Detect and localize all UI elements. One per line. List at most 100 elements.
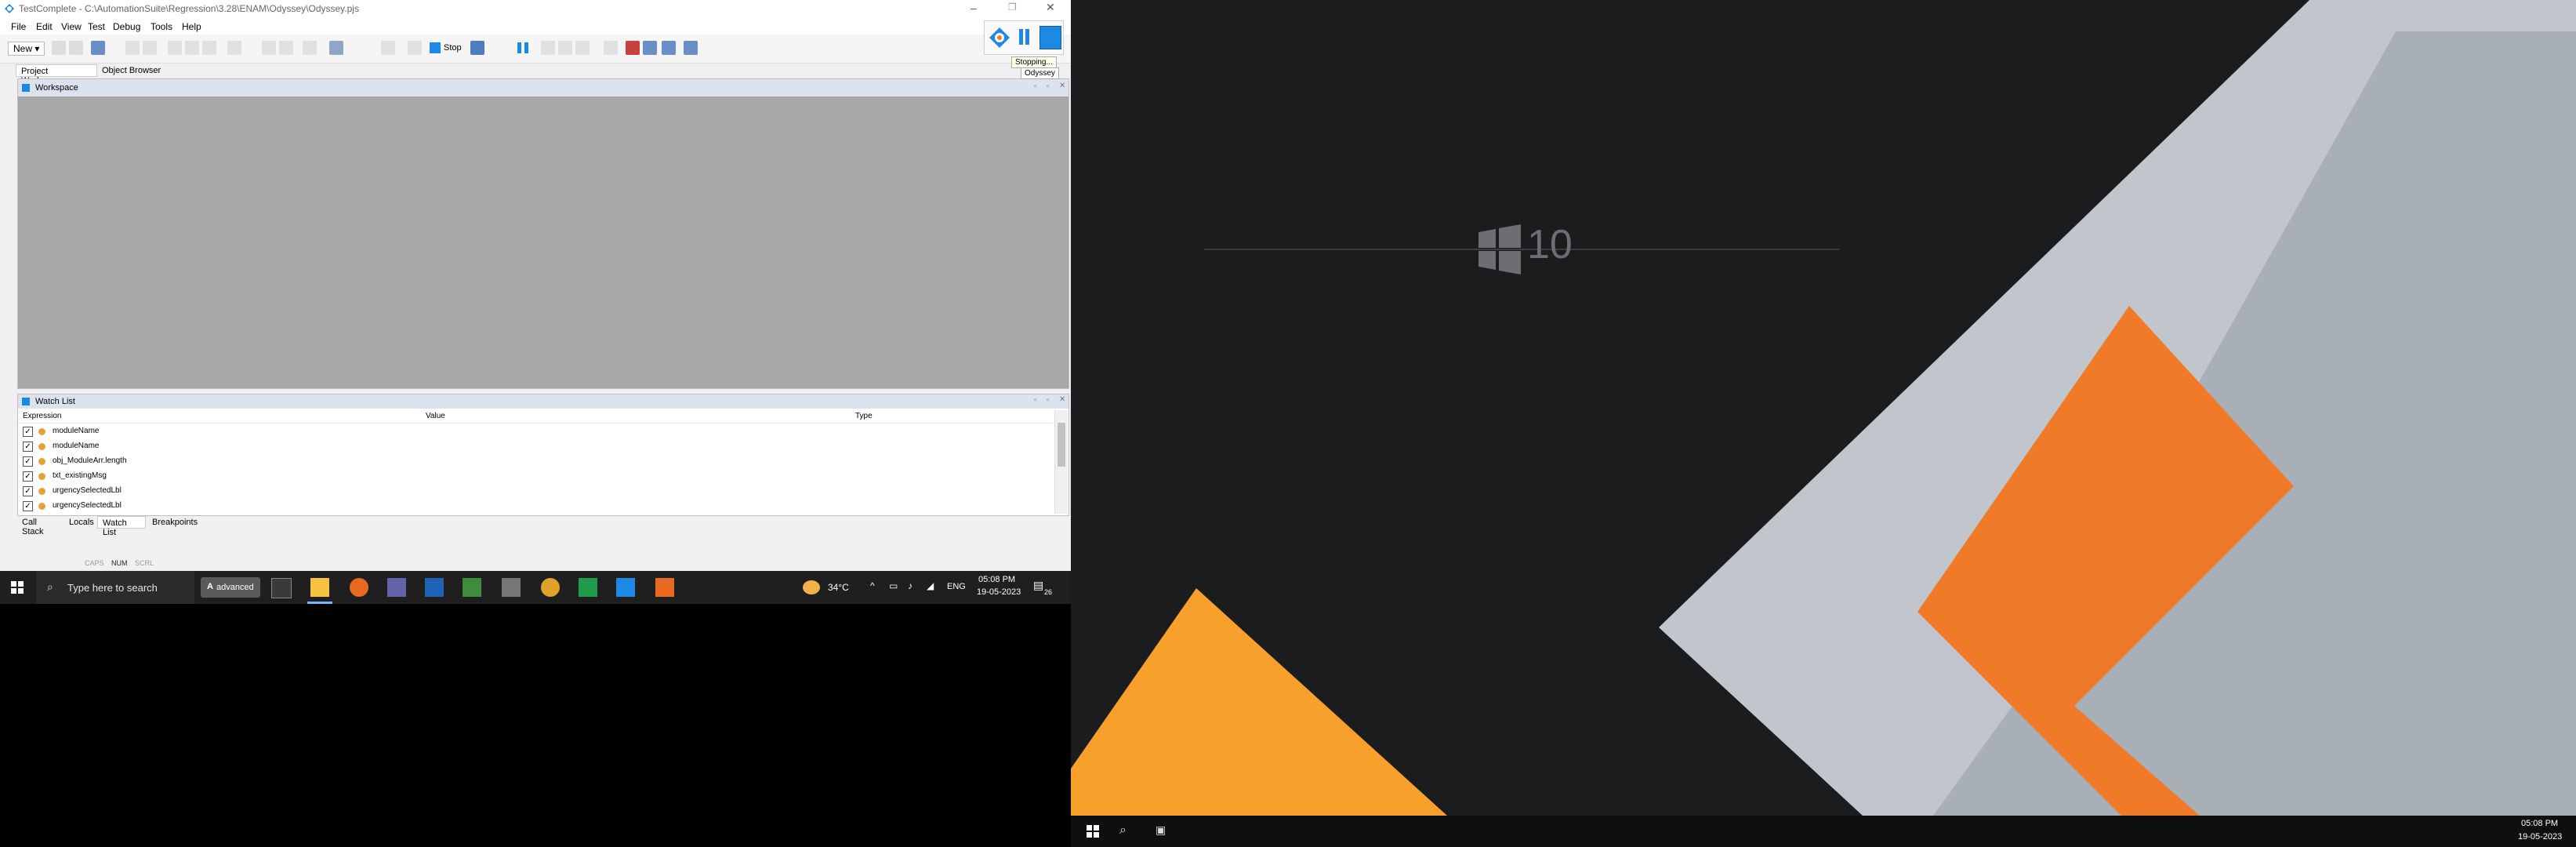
new-button[interactable]: New ▾: [8, 42, 45, 56]
object-spy-icon[interactable]: [329, 41, 343, 55]
excel-icon[interactable]: [579, 578, 597, 597]
clock-time[interactable]: 05:08 PM: [978, 575, 1015, 584]
pause-icon[interactable]: [524, 42, 528, 53]
tab-locals[interactable]: Locals: [64, 516, 97, 529]
replace-icon[interactable]: [279, 41, 293, 55]
settings-icon[interactable]: [662, 41, 676, 55]
chevron-up-icon[interactable]: ^: [870, 580, 875, 591]
redo-icon[interactable]: [143, 41, 157, 55]
clock-date-right[interactable]: 19-05-2023: [2518, 832, 2562, 842]
save-icon[interactable]: [69, 41, 83, 55]
language-indicator[interactable]: ENG: [947, 582, 966, 591]
col-expression[interactable]: Expression: [23, 412, 61, 420]
pin-icon[interactable]: ▫: [1034, 82, 1037, 91]
float-pause-icon[interactable]: [1025, 29, 1029, 45]
tab-breakpoints[interactable]: Breakpoints: [147, 516, 202, 529]
clock-date[interactable]: 19-05-2023: [977, 587, 1021, 597]
float-stop-icon[interactable]: [1039, 26, 1061, 49]
close-icon[interactable]: ✕: [1046, 1, 1055, 14]
open-icon[interactable]: [52, 41, 66, 55]
firefox-icon[interactable]: [350, 578, 368, 597]
watch-close-icon[interactable]: ✕: [1059, 395, 1065, 404]
watch-row[interactable]: ✓ obj_ModuleArr.length: [18, 454, 1045, 469]
watch-pin-icon[interactable]: ▫: [1034, 396, 1037, 405]
search-icon[interactable]: ⌕: [1119, 823, 1127, 838]
row-checkbox[interactable]: ✓: [23, 456, 33, 467]
stop-icon[interactable]: [430, 42, 441, 53]
menu-debug[interactable]: Debug: [113, 21, 140, 32]
find-icon[interactable]: [262, 41, 276, 55]
task-view-icon[interactable]: ▣: [1156, 823, 1166, 837]
step-over-icon[interactable]: [541, 41, 555, 55]
watch-scrollbar[interactable]: [1054, 410, 1068, 514]
windows-start-icon[interactable]: [11, 581, 24, 594]
project-icon[interactable]: [91, 41, 105, 55]
stop-button-label[interactable]: Stop: [444, 43, 462, 53]
clock-time-right[interactable]: 05:08 PM: [2521, 819, 2558, 828]
testcomplete-taskbar-icon[interactable]: [616, 578, 635, 597]
menu-file[interactable]: File: [11, 21, 26, 32]
extensions-icon[interactable]: [684, 41, 698, 55]
run-test-icon[interactable]: [408, 41, 422, 55]
menu-tools[interactable]: Tools: [151, 21, 172, 32]
testcomplete-run-icon[interactable]: [986, 24, 1013, 51]
watch-row[interactable]: ✓ moduleName: [18, 439, 1045, 454]
row-checkbox[interactable]: ✓: [23, 471, 33, 482]
minimize-icon[interactable]: –: [971, 2, 977, 14]
row-checkbox[interactable]: ✓: [23, 501, 33, 511]
bug-icon[interactable]: [626, 41, 640, 55]
menu-help[interactable]: Help: [182, 21, 201, 32]
delete-icon[interactable]: [227, 41, 241, 55]
battery-icon[interactable]: ▭: [889, 580, 898, 591]
row-checkbox[interactable]: ✓: [23, 427, 33, 437]
notepad-icon[interactable]: [463, 578, 481, 597]
tab-watch-list[interactable]: Watch List: [97, 516, 146, 537]
tab-project-workspace[interactable]: Project Workspace: [16, 64, 97, 85]
notification-icon[interactable]: ▤: [1033, 579, 1043, 592]
teams-icon[interactable]: [387, 578, 406, 597]
step-out-icon[interactable]: [575, 41, 590, 55]
scrollbar-thumb[interactable]: [1058, 423, 1065, 467]
weather-temp[interactable]: 34°C: [828, 582, 849, 593]
volume-icon[interactable]: ♪: [908, 580, 912, 591]
cut-icon[interactable]: [168, 41, 182, 55]
windows-start-icon[interactable]: [1087, 825, 1099, 838]
menu-edit[interactable]: Edit: [36, 21, 53, 32]
col-type[interactable]: Type: [855, 412, 873, 420]
watch-menu-icon[interactable]: ▫: [1047, 396, 1050, 405]
menu-test[interactable]: Test: [88, 21, 105, 32]
run-icon[interactable]: [381, 41, 395, 55]
file-explorer-icon[interactable]: [310, 578, 329, 597]
panel-close-icon[interactable]: ✕: [1059, 82, 1065, 90]
watch-row[interactable]: ✓ urgencySelectedLbl: [18, 499, 1045, 514]
utility-icon[interactable]: [655, 578, 674, 597]
breakpoint-icon[interactable]: [604, 41, 618, 55]
menu-view[interactable]: View: [61, 21, 82, 32]
panel-menu-icon[interactable]: ▫: [1047, 82, 1050, 91]
row-checkbox[interactable]: ✓: [23, 486, 33, 496]
record-icon[interactable]: [303, 41, 317, 55]
restore-icon[interactable]: ❐: [1008, 2, 1017, 13]
tab-call-stack[interactable]: Call Stack: [17, 516, 63, 536]
col-value[interactable]: Value: [426, 412, 445, 420]
debug-options-icon[interactable]: [470, 41, 484, 55]
tool-icon[interactable]: [502, 578, 521, 597]
weather-icon[interactable]: [803, 580, 820, 594]
undo-icon[interactable]: [125, 41, 140, 55]
app-icon[interactable]: [425, 578, 444, 597]
watch-row[interactable]: ✓ txt_existingMsg: [18, 469, 1045, 484]
row-checkbox[interactable]: ✓: [23, 442, 33, 452]
network-icon[interactable]: ◢: [927, 580, 934, 591]
watch-row[interactable]: ✓ moduleName: [18, 424, 1045, 439]
paste-icon[interactable]: [202, 41, 216, 55]
tab-object-browser[interactable]: Object Browser: [97, 64, 168, 77]
search-box[interactable]: ⌕ Type here to search: [36, 571, 194, 604]
workspace-panel: Workspace ▫ ▫ ✕: [17, 78, 1069, 389]
task-view-icon[interactable]: [271, 578, 292, 598]
watch-row[interactable]: ✓ urgencySelectedLbl: [18, 484, 1045, 499]
chrome-icon[interactable]: [541, 578, 560, 597]
copy-icon[interactable]: [185, 41, 199, 55]
mapping-icon[interactable]: [643, 41, 657, 55]
advanced-badge[interactable]: A advanced: [201, 577, 260, 598]
step-into-icon[interactable]: [558, 41, 572, 55]
